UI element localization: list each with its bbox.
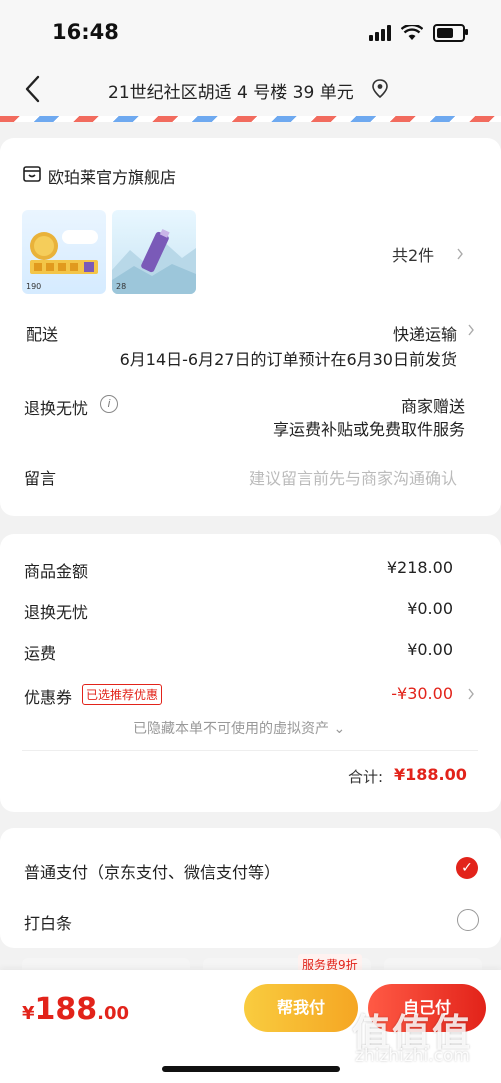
product-price-tag: 28	[116, 282, 127, 291]
chevron-right-icon[interactable]	[456, 248, 464, 260]
status-time: 16:48	[52, 20, 119, 44]
coupon-recommend-badge: 已选推荐优惠	[82, 684, 163, 705]
price-currency: ¥	[22, 1003, 35, 1024]
message-label: 留言	[24, 469, 57, 488]
status-icons	[369, 24, 468, 42]
location-pin-icon[interactable]	[370, 78, 390, 100]
total-amount: ¥188.00	[394, 765, 467, 784]
return-fee-value: ¥0.00	[407, 599, 453, 618]
price-decimal: .00	[97, 1003, 130, 1024]
product-thumbnail[interactable]: 28	[112, 210, 196, 294]
product-thumbnail[interactable]: 190	[22, 210, 106, 294]
signal-icon	[369, 25, 391, 41]
total-label: 合计:	[348, 768, 384, 786]
info-icon[interactable]: i	[100, 395, 118, 413]
radio-unselected-icon[interactable]	[457, 909, 479, 931]
goods-amount-label: 商品金额	[24, 562, 89, 581]
goods-amount-value: ¥218.00	[386, 558, 453, 577]
store-icon	[23, 166, 41, 182]
delivery-label: 配送	[26, 325, 59, 344]
delivery-address[interactable]: 21世纪社区胡适 4 号楼 39 单元	[108, 78, 354, 103]
wifi-icon	[401, 25, 423, 40]
return-fee-label: 退换无忧	[24, 603, 89, 622]
payment-option-baitiao[interactable]: 打白条	[24, 910, 72, 934]
chevron-right-icon[interactable]	[467, 324, 475, 336]
shipping-fee-value: ¥0.00	[407, 640, 453, 659]
product-price-tag: 190	[26, 282, 42, 291]
friend-pay-button[interactable]: 帮我付	[244, 984, 358, 1032]
message-input[interactable]: 建议留言前先与商家沟通确认	[249, 465, 457, 489]
home-indicator[interactable]	[162, 1066, 340, 1072]
watermark-url: zhizhizhi.com	[355, 1046, 470, 1066]
bottom-total-price: ¥188.00	[22, 992, 129, 1027]
chevron-right-icon[interactable]	[467, 688, 475, 700]
checkmark-selected-icon[interactable]: ✓	[456, 857, 478, 879]
payment-option-normal[interactable]: 普通支付（京东支付、微信支付等）	[24, 859, 280, 883]
payment-options-card	[0, 828, 501, 948]
return-service-label: 退换无忧	[24, 399, 89, 418]
return-service-value: 商家赠送	[400, 397, 465, 416]
back-arrow-icon[interactable]	[18, 74, 48, 104]
battery-icon	[433, 24, 468, 42]
divider	[22, 750, 478, 751]
return-service-desc: 享运费补贴或免费取件服务	[272, 420, 465, 439]
price-integer: 188	[34, 992, 98, 1027]
store-name[interactable]: 欧珀莱官方旗舰店	[48, 164, 176, 188]
coupon-label: 优惠券	[24, 688, 73, 707]
envelope-border-strip	[0, 116, 501, 122]
coupon-discount-value[interactable]: -¥30.00	[391, 684, 453, 703]
item-count[interactable]: 共2件	[392, 242, 434, 266]
delivery-eta: 6月14日-6月27日的订单预计在6月30日前发货	[119, 350, 457, 369]
shipping-fee-label: 运费	[24, 644, 57, 663]
delivery-method[interactable]: 快递运输	[393, 321, 457, 345]
hidden-assets-toggle[interactable]: 已隐藏本单不可使用的虚拟资产 ⌄	[133, 718, 345, 738]
